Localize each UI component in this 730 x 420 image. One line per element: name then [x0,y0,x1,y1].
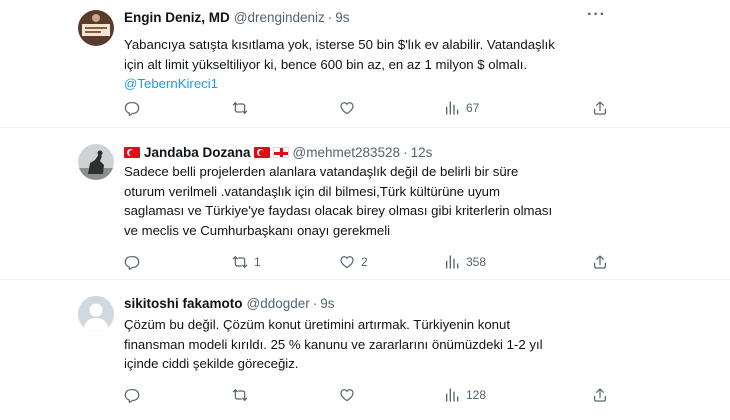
views-icon [444,254,460,270]
reply-button[interactable] [124,254,146,270]
reply-button[interactable] [124,387,146,403]
share-icon [592,387,608,403]
share-icon [592,100,608,116]
share-icon [592,254,608,270]
tweet-text-line: oturum verilmeli .vatandaşlık için dil b… [124,183,500,199]
turkey-flag-icon [124,147,140,158]
timestamp[interactable]: 9s [335,10,349,25]
tweet-text-line: için alt limit yükseltiliyor ki, bence 6… [124,56,528,72]
views-icon [444,387,460,403]
tweet-actions: 1 2 358 [124,254,604,272]
separator-dot: · [403,145,408,160]
tweet-actions: 67 [124,100,604,118]
heart-icon [339,387,355,403]
heart-icon [339,254,355,270]
tweet-text: Yabancıya satışta kısıtlama yok, isterse… [124,35,604,94]
retweet-button[interactable] [232,100,254,116]
views-icon [444,100,460,116]
like-button[interactable] [339,100,361,116]
turkey-flag-icon [253,147,270,158]
retweet-count: 1 [254,255,261,269]
tweet-text: Çözüm bu değil. Çözüm konut üretimini ar… [124,315,604,374]
view-count: 128 [466,388,487,402]
tweet-2[interactable]: Jandaba Dozana @mehmet283528 · 12s Sadec… [0,128,730,280]
like-button[interactable]: 2 [339,254,368,270]
reply-icon [124,100,140,116]
user-handle[interactable]: @mehmet283528 [293,145,401,160]
reply-icon [124,387,140,403]
user-handle[interactable]: @drengindeniz [234,10,325,25]
tweet-text: Sadece belli projelerden alanlara vatand… [124,162,604,240]
tweet-text-line: ve meclis ve Cumhurbaşkanı onayı gerekme… [124,222,391,238]
user-handle[interactable]: @ddogder [247,296,310,311]
georgia-flag-icon [272,147,289,158]
avatar[interactable] [78,296,114,332]
tweet-text-line: finansman modeli kırıldı. 25 % kanunu ve… [124,336,543,352]
display-name[interactable]: sikitoshi fakamoto [124,296,243,311]
tweet-text-line: Çözüm bu değil. Çözüm konut üretimini ar… [124,317,511,332]
tweet-3[interactable]: sikitoshi fakamoto @ddogder · 9s Çözüm b… [0,280,730,420]
timestamp[interactable]: 12s [411,145,433,160]
share-button[interactable] [592,254,608,270]
retweet-button[interactable] [232,387,254,403]
avatar[interactable] [78,144,114,180]
tweet-header: Jandaba Dozana @mehmet283528 · 12s [124,145,432,160]
mention-link[interactable]: @TebernKireci1 [124,74,604,94]
retweet-button[interactable]: 1 [232,254,261,270]
retweet-icon [232,254,248,270]
timestamp[interactable]: 9s [320,296,334,311]
tweet-text-line: içinde ciddi şekilde göreceğiz. [124,356,299,371]
views-button[interactable]: 67 [444,100,479,116]
avatar[interactable] [78,10,114,46]
tweet-text-line: saglaması ve Türkiye'ye faydası olacak b… [124,203,553,218]
more-icon[interactable]: ··· [587,6,606,24]
share-button[interactable] [592,387,608,403]
retweet-icon [232,100,248,116]
like-count: 2 [361,255,368,269]
display-name[interactable]: Jandaba Dozana [144,145,251,160]
tweet-text-line: Yabancıya satışta kısıtlama yok, isterse… [124,37,555,52]
reply-icon [124,254,140,270]
separator-dot: · [327,10,333,25]
tweet-header: sikitoshi fakamoto @ddogder · 9s [124,296,335,311]
views-button[interactable]: 128 [444,387,486,403]
view-count: 67 [466,101,480,115]
reply-button[interactable] [124,100,146,116]
retweet-icon [232,387,248,403]
tweet-1[interactable]: Engin Deniz, MD @drengindeniz · 9s ··· Y… [0,0,730,128]
view-count: 358 [466,255,487,269]
tweet-header: Engin Deniz, MD @drengindeniz · 9s [124,10,350,25]
share-button[interactable] [592,100,608,116]
views-button[interactable]: 358 [444,254,486,270]
separator-dot: · [312,296,318,311]
tweet-actions: 128 [124,387,604,405]
heart-icon [339,100,355,116]
like-button[interactable] [339,387,361,403]
tweet-text-line: Sadece belli projelerden alanlara vatand… [124,164,519,179]
display-name[interactable]: Engin Deniz, MD [124,10,230,25]
